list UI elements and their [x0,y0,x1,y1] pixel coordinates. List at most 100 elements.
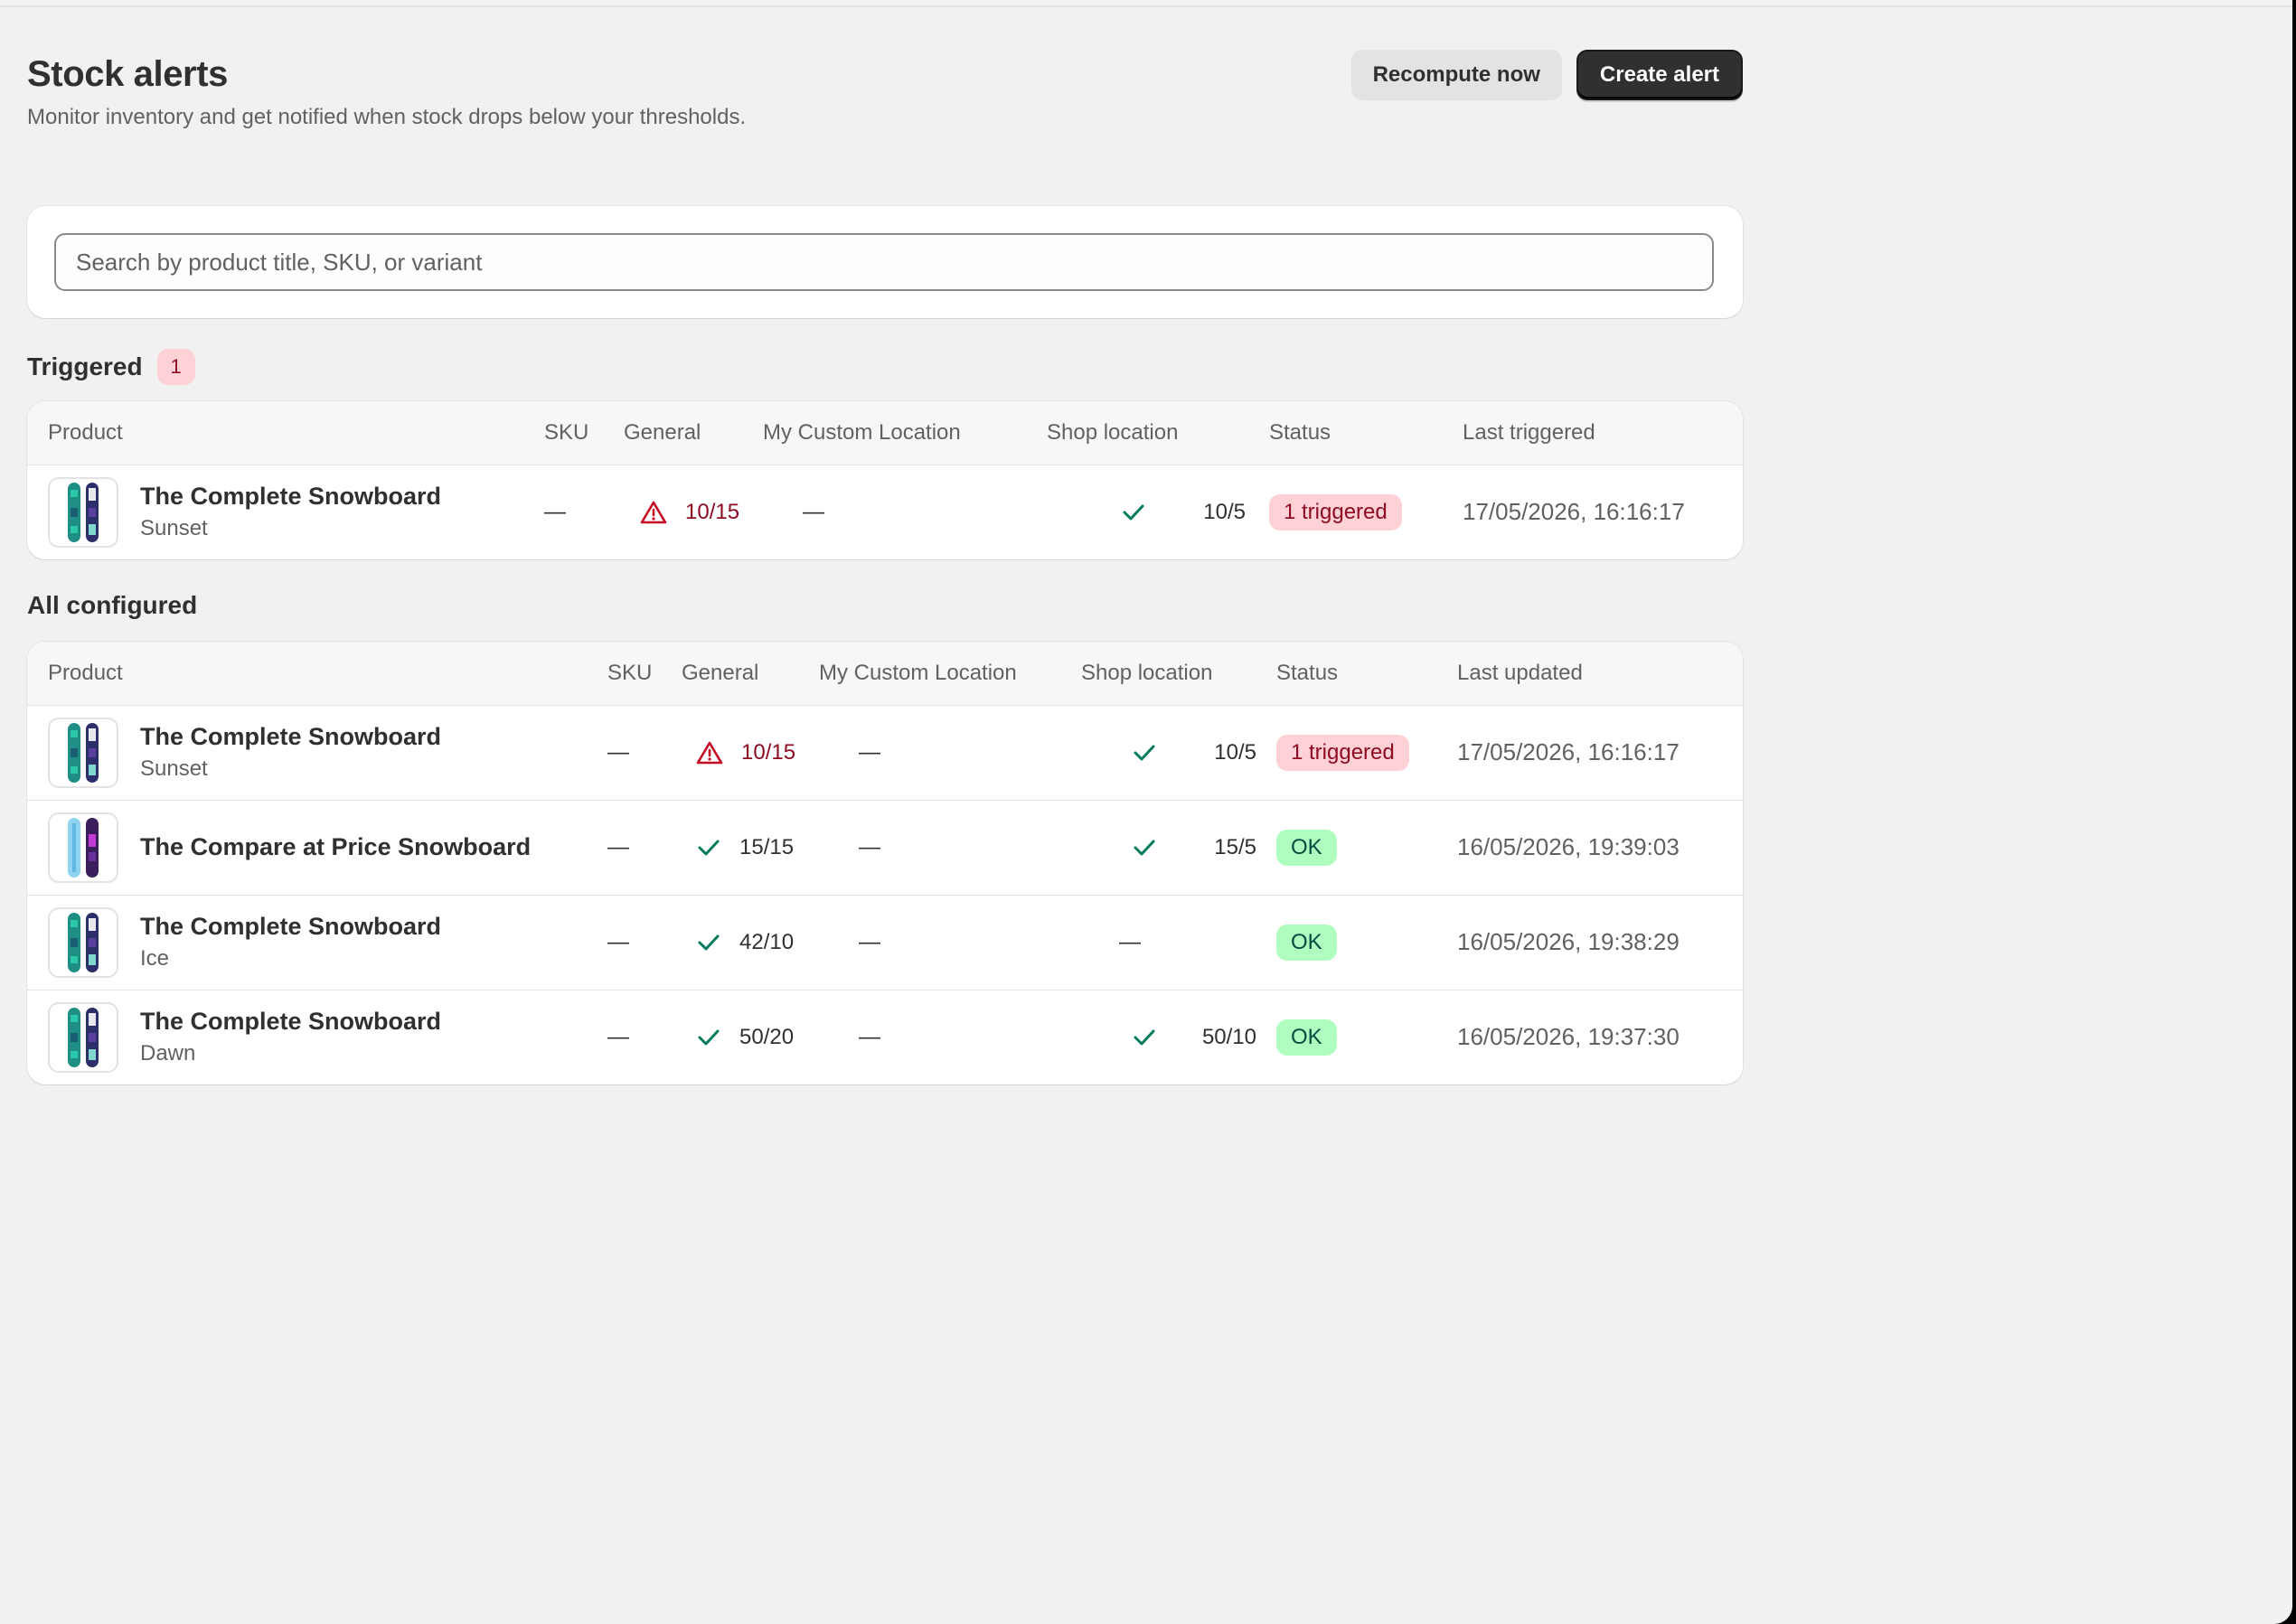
product-title[interactable]: The Complete Snowboard [140,1008,441,1036]
status-badge: OK [1276,829,1337,866]
custom-location-value: — [859,1024,880,1049]
product-variant: Sunset [140,756,208,781]
checkmark-icon [1121,502,1146,523]
custom-location-value: — [859,929,880,954]
shop-level: 15/5 [1081,835,1256,860]
table-row[interactable]: The Complete Snowboard Sunset — 10/15 — … [27,705,1743,800]
general-level: 50/20 [682,1025,819,1050]
recompute-now-button[interactable]: Recompute now [1350,50,1562,100]
last-updated-value: 16/05/2026, 19:37:30 [1457,1023,1680,1051]
snowboard-thumbnail [48,717,118,788]
product-cell: The Complete Snowboard Ice [48,906,607,978]
sku-value: — [607,739,629,765]
general-value: 10/15 [741,739,796,765]
last-updated-value: 17/05/2026, 16:16:17 [1457,738,1680,765]
column-header-custom-location: My Custom Location [819,642,1081,706]
shop-location-value: 10/5 [1214,739,1256,765]
create-alert-button[interactable]: Create alert [1576,50,1743,100]
product-title[interactable]: The Complete Snowboard [140,723,441,751]
sku-value: — [607,834,629,859]
sku-value: — [544,499,566,524]
column-header-status: Status [1269,401,1463,465]
configured-table: Product SKU General My Custom Location S… [27,642,1743,1084]
alert-triangle-icon [696,740,723,765]
configured-title: All configured [27,591,198,619]
status-badge: 1 triggered [1276,734,1409,771]
product-variant: Sunset [140,516,208,541]
general-value: 15/15 [739,834,795,859]
column-header-last-triggered: Last triggered [1463,401,1743,465]
shop-location-value: 50/10 [1201,1024,1256,1049]
column-header-product: Product [27,401,544,465]
checkmark-icon [696,1027,721,1048]
table-row[interactable]: The Compare at Price Snowboard — 15/15 —… [27,800,1743,895]
column-header-sku: SKU [607,642,682,706]
triggered-heading: Triggered 1 [27,349,195,385]
snowboard-thumbnail [48,812,118,883]
triggered-title: Triggered [27,352,143,380]
checkmark-icon [1132,742,1157,764]
status-badge: OK [1276,1019,1337,1056]
shop-location-value: — [1119,929,1141,954]
status-badge: OK [1276,924,1337,961]
triggered-table: Product SKU General My Custom Location S… [27,401,1743,559]
general-level: 42/10 [682,930,819,955]
last-updated-value: 16/05/2026, 19:38:29 [1457,928,1680,955]
product-title[interactable]: The Compare at Price Snowboard [140,833,531,861]
checkmark-icon [696,837,721,859]
column-header-general: General [624,401,763,465]
snowboard-thumbnail [48,476,118,548]
search-card [27,206,1743,318]
custom-location-value: — [859,739,880,765]
column-header-status: Status [1276,642,1457,706]
table-header-row: Product SKU General My Custom Location S… [27,401,1743,465]
top-divider [0,5,2292,7]
general-value: 50/20 [739,1024,795,1049]
checkmark-icon [1132,837,1157,859]
sku-value: — [607,929,629,954]
snowboard-thumbnail [48,1001,118,1073]
product-cell: The Compare at Price Snowboard [48,812,607,883]
alert-triangle-icon [640,500,667,525]
column-header-custom-location: My Custom Location [763,401,1047,465]
product-cell: The Complete Snowboard Dawn [48,1001,607,1073]
header-actions: Recompute now Create alert [1350,50,1743,100]
configured-table-card: Product SKU General My Custom Location S… [27,642,1743,1084]
page-title: Stock alerts [27,54,228,94]
table-header-row: Product SKU General My Custom Location S… [27,642,1743,706]
last-updated-value: 16/05/2026, 19:39:03 [1457,833,1680,860]
column-header-shop-location: Shop location [1081,642,1276,706]
page-header: Stock alerts Monitor inventory and get n… [27,47,1743,174]
product-variant: Ice [140,946,170,971]
column-header-general: General [682,642,819,706]
search-input[interactable] [54,233,1714,291]
status-badge: 1 triggered [1269,493,1402,530]
general-value: 10/15 [685,499,740,524]
column-header-product: Product [27,642,607,706]
last-triggered-value: 17/05/2026, 16:16:17 [1463,498,1685,526]
shop-level: 10/5 [1047,500,1246,525]
shop-location-value: 10/5 [1203,499,1246,524]
shop-level: 50/10 [1081,1025,1256,1050]
checkmark-icon [696,932,721,953]
custom-location-value: — [803,499,824,524]
table-row[interactable]: The Complete Snowboard Ice — 42/10 — — O… [27,895,1743,990]
shop-location-value: 15/5 [1214,834,1256,859]
product-title[interactable]: The Complete Snowboard [140,913,441,941]
column-header-shop-location: Shop location [1047,401,1269,465]
general-level: 10/15 [682,740,819,765]
product-cell: The Complete Snowboard Sunset [48,717,607,788]
triggered-count-badge: 1 [156,349,195,385]
table-row[interactable]: The Complete Snowboard Sunset — 10/15 — … [27,465,1743,559]
custom-location-value: — [859,834,880,859]
general-value: 42/10 [739,929,795,954]
table-row[interactable]: The Complete Snowboard Dawn — 50/20 — 50… [27,990,1743,1084]
snowboard-thumbnail [48,906,118,978]
app-frame: Stock alerts Monitor inventory and get n… [0,0,2292,1624]
checkmark-icon [1132,1027,1157,1048]
general-level: 10/15 [624,500,763,525]
column-header-sku: SKU [544,401,624,465]
configured-heading: All configured [27,591,197,620]
product-title[interactable]: The Complete Snowboard [140,483,441,511]
triggered-table-card: Product SKU General My Custom Location S… [27,401,1743,559]
